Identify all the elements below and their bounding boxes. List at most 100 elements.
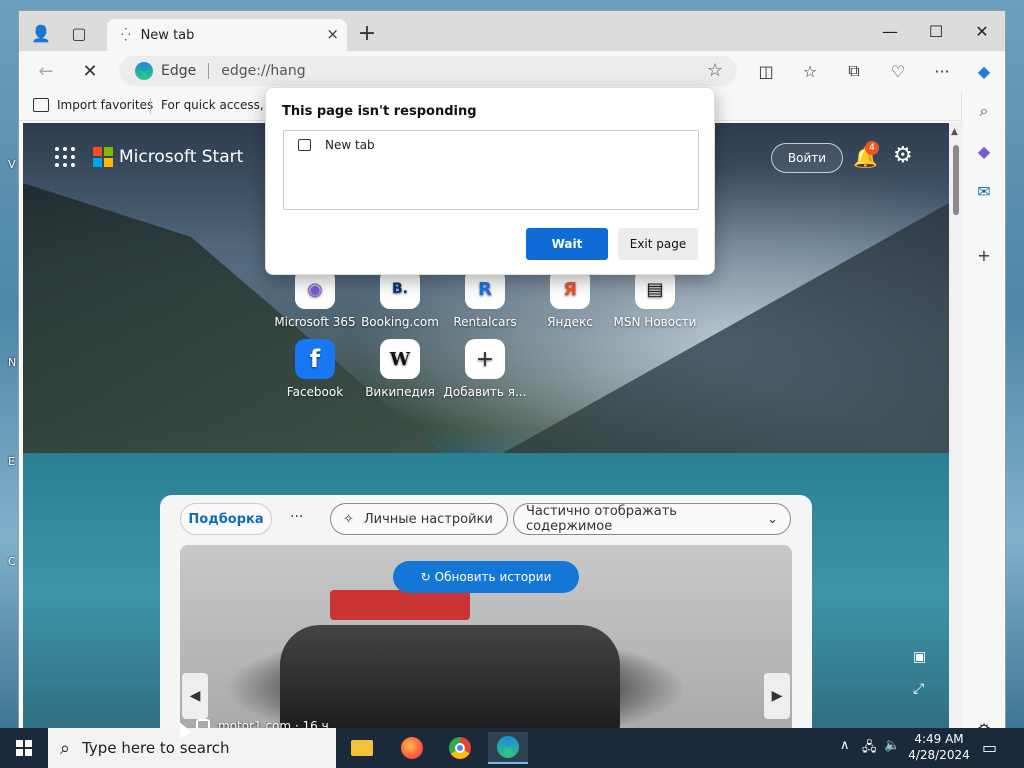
wait-button[interactable]: Wait <box>526 228 608 260</box>
chrome-icon[interactable] <box>440 732 480 764</box>
new-tab-button[interactable]: + <box>355 23 379 47</box>
brand-title[interactable]: Microsoft Start <box>119 147 243 167</box>
back-button[interactable]: ← <box>31 57 61 85</box>
edge-icon <box>135 62 153 80</box>
volume-icon[interactable]: 🔈 <box>884 738 900 753</box>
content-visibility-dropdown[interactable]: Частично отображать содержимое ⌄ <box>513 503 791 535</box>
tab-actions-icon[interactable]: ▢ <box>65 19 93 47</box>
tab-podborka[interactable]: Подборка <box>180 503 272 535</box>
quick-link-msn-news[interactable]: ▤ MSN Новости <box>605 269 705 329</box>
dialog-title: This page isn't responding <box>282 104 477 119</box>
login-button[interactable]: Войти <box>771 143 843 173</box>
loading-icon: ⁛ <box>121 28 131 42</box>
toolbar: ← ✕ Edge edge://hang ☆ ◫ ☆ ⧉ ♡ ··· ◆ <box>19 51 1005 91</box>
start-button[interactable] <box>0 728 48 768</box>
rc-car-image <box>280 625 620 729</box>
m365-icon: ◉ <box>295 269 335 309</box>
copilot-icon[interactable]: ◆ <box>971 59 997 83</box>
refresh-stories-button[interactable]: ↻ Обновить истории <box>393 561 579 593</box>
scrollbar-thumb[interactable] <box>953 145 959 215</box>
feed-more-button[interactable]: ··· <box>290 509 303 525</box>
personalize-button[interactable]: ✧ Личные настройки <box>330 503 508 535</box>
add-sidebar-app-icon[interactable]: + <box>972 243 996 267</box>
carousel-prev-button[interactable]: ◀ <box>182 673 208 719</box>
desktop-icon-label[interactable]: C <box>8 555 16 568</box>
sparkle-icon: ✧ <box>343 511 354 527</box>
desktop-icon-label[interactable]: V <box>8 158 16 171</box>
import-favorites-button[interactable]: Import favorites <box>33 98 153 112</box>
taskbar: ⌕ Type here to search ∧ 🖧 🔈 4:49 AM 4/28… <box>0 728 1024 768</box>
apps-grid-icon[interactable] <box>55 147 75 167</box>
taskbar-search-box[interactable]: ⌕ Type here to search <box>48 728 336 768</box>
booking-icon: B. <box>380 269 420 309</box>
refresh-icon: ↻ <box>420 570 431 584</box>
microsoft-logo-icon <box>93 147 113 167</box>
close-window-button[interactable]: ✕ <box>959 17 1005 45</box>
outlook-icon[interactable]: ✉ <box>972 179 996 203</box>
desktop-icon-label[interactable]: E <box>8 455 15 468</box>
search-icon[interactable]: ⌕ <box>972 99 996 123</box>
content-mode-label: Частично отображать содержимое <box>526 504 677 534</box>
edge-taskbar-icon[interactable] <box>488 732 528 764</box>
add-icon: + <box>465 339 505 379</box>
list-item[interactable]: New tab <box>298 138 375 152</box>
search-icon: ⌕ <box>60 737 71 759</box>
expand-icon[interactable]: ⤢ <box>913 681 924 697</box>
tile-label: Википедия <box>365 385 435 399</box>
split-screen-icon[interactable]: ◫ <box>753 59 779 83</box>
facebook-icon: f <box>295 339 335 379</box>
rc-car-image <box>330 590 470 620</box>
tile-label: Яндекс <box>547 315 593 329</box>
page-settings-gear-icon[interactable]: ⚙ <box>893 143 913 168</box>
more-options-icon[interactable]: ··· <box>929 59 955 83</box>
page-unresponsive-dialog: This page isn't responding New tab Wait … <box>265 87 715 275</box>
stop-loading-button[interactable]: ✕ <box>75 57 105 85</box>
msn-news-icon: ▤ <box>635 269 675 309</box>
story-card[interactable]: ↻ Обновить истории ◀ ▶ motor1.com · 16 ч <box>180 545 792 729</box>
personalize-label: Личные настройки <box>363 511 493 527</box>
address-bar[interactable]: Edge edge://hang ☆ <box>119 56 737 86</box>
minimize-button[interactable]: — <box>867 17 913 45</box>
browser-essentials-icon[interactable]: ♡ <box>885 59 911 83</box>
import-favorites-label: Import favorites <box>57 98 154 112</box>
network-icon[interactable]: 🖧 <box>862 738 877 760</box>
scroll-up-icon[interactable]: ▲ <box>951 127 958 137</box>
yandex-icon: Я <box>550 269 590 309</box>
taskbar-clock[interactable]: 4:49 AM 4/28/2024 <box>900 731 978 763</box>
news-feed: Подборка ··· ✧ Личные настройки Частично… <box>160 495 812 729</box>
tab-new-tab[interactable]: ⁛ New tab × <box>107 19 347 51</box>
divider <box>150 98 151 114</box>
tray-overflow-icon[interactable]: ∧ <box>840 738 850 753</box>
url-text[interactable]: edge://hang <box>221 63 305 79</box>
tab-close-icon[interactable]: × <box>326 25 339 43</box>
wikipedia-icon: W <box>380 339 420 379</box>
notification-center-icon[interactable]: ▭ <box>982 738 997 757</box>
page-scrollbar[interactable]: ▲ <box>949 123 963 729</box>
search-placeholder: Type here to search <box>82 739 230 757</box>
file-explorer-icon[interactable] <box>342 732 382 764</box>
rentalcars-icon: R <box>465 269 505 309</box>
add-quick-link[interactable]: + Добавить я... <box>435 339 535 399</box>
tile-label: Facebook <box>286 385 344 399</box>
tile-label: Microsoft 365 <box>274 315 356 329</box>
divider <box>208 63 210 79</box>
title-bar: 👤 ▢ ⁛ New tab × + — ☐ ✕ <box>19 11 1005 51</box>
desktop-icon-label[interactable]: N <box>8 356 16 369</box>
maximize-button[interactable]: ☐ <box>913 17 959 45</box>
page-icon <box>298 139 311 151</box>
chevron-down-icon: ⌄ <box>767 511 778 527</box>
clock-time: 4:49 AM <box>914 732 964 746</box>
tile-label: Booking.com <box>361 315 439 329</box>
carousel-next-button[interactable]: ▶ <box>764 673 790 719</box>
profile-icon[interactable]: 👤 <box>27 19 55 47</box>
image-icon[interactable]: ▣ <box>913 649 926 665</box>
site-label: Edge <box>161 63 197 79</box>
firefox-icon[interactable] <box>392 732 432 764</box>
unresponsive-pages-list: New tab <box>283 130 699 210</box>
favorites-icon[interactable]: ☆ <box>797 59 823 83</box>
copilot-sidebar-icon[interactable]: ◆ <box>972 139 996 163</box>
tab-title: New tab <box>140 27 195 43</box>
collections-icon[interactable]: ⧉ <box>841 59 867 83</box>
exit-page-button[interactable]: Exit page <box>618 228 698 260</box>
favorite-star-icon[interactable]: ☆ <box>707 60 723 81</box>
